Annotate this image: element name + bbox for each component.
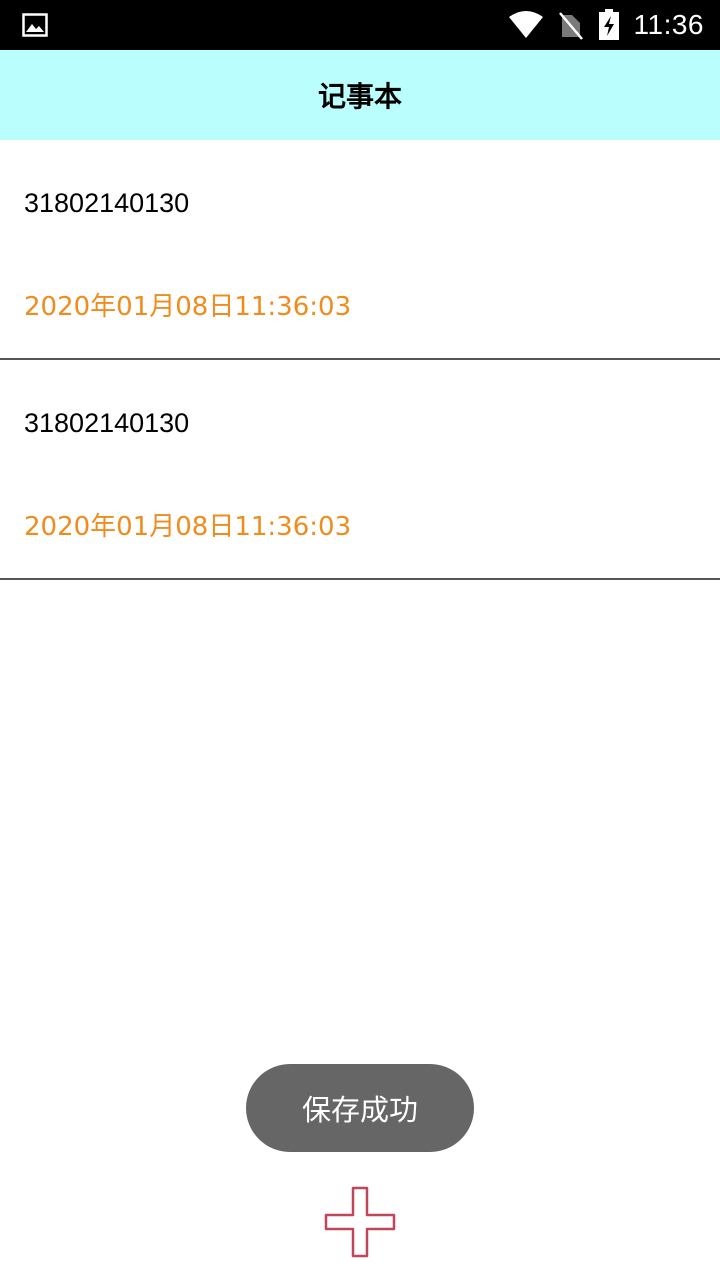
status-bar: 11:36 — [0, 0, 720, 50]
battery-charging-icon — [598, 9, 619, 40]
status-time: 11:36 — [633, 9, 704, 40]
add-icon — [324, 1186, 396, 1258]
toast-text: 保存成功 — [301, 1093, 418, 1127]
image-icon — [22, 13, 48, 37]
app-title: 记事本 — [317, 80, 402, 113]
no-sim-icon — [558, 12, 583, 40]
add-note-button[interactable] — [324, 1186, 396, 1258]
note-list-item[interactable]: 31802140130 2020年01月08日11:36:03 — [0, 140, 720, 360]
status-icons: 11:36 — [508, 0, 705, 50]
note-title: 31802140130 — [24, 188, 190, 218]
toast-message: 保存成功 — [246, 1064, 474, 1152]
note-list-item[interactable]: 31802140130 2020年01月08日11:36:03 — [0, 360, 720, 580]
notepad-screen: 11:36 记事本 31802140130 2020年01月08日11:36:0… — [0, 0, 720, 1280]
note-title: 31802140130 — [24, 408, 190, 438]
note-timestamp: 2020年01月08日11:36:03 — [24, 292, 352, 322]
app-bar: 记事本 — [0, 50, 720, 140]
note-timestamp: 2020年01月08日11:36:03 — [24, 512, 352, 542]
wifi-icon — [508, 11, 543, 38]
note-list: 31802140130 2020年01月08日11:36:03 31802140… — [0, 140, 720, 580]
